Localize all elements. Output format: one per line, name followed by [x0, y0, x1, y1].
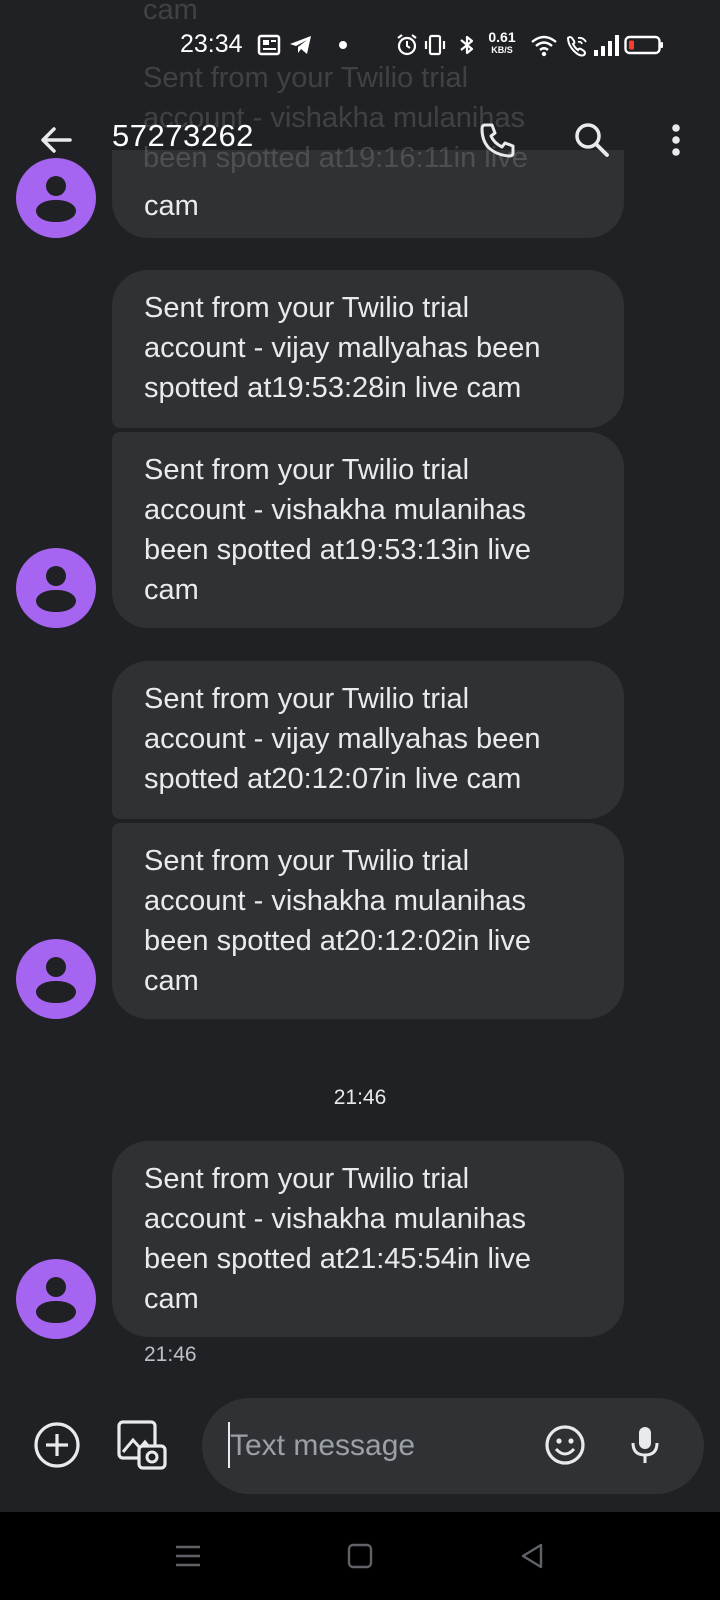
- menu-icon[interactable]: [170, 1538, 206, 1574]
- alarm-icon: [397, 34, 417, 56]
- system-nav-bar: [0, 1512, 720, 1600]
- message-input-container: [202, 1398, 704, 1494]
- message-line: account - vijay mallyahas been: [144, 723, 541, 755]
- message-line: been spotted at20:12:02in live: [144, 925, 531, 957]
- net-speed-unit: KB/S: [491, 45, 513, 55]
- phone-icon[interactable]: [474, 116, 522, 164]
- back-triangle-icon[interactable]: [514, 1538, 550, 1574]
- mic-icon[interactable]: [622, 1422, 668, 1468]
- message-bubble[interactable]: Sent from your Twilio trial account - vi…: [112, 823, 624, 1019]
- avatar[interactable]: [16, 939, 96, 1019]
- message-line: Sent from your Twilio trial: [144, 292, 470, 324]
- compose-bar: [0, 1398, 720, 1494]
- status-time: 23:34: [180, 30, 243, 58]
- message-line: account - vishakha mulanihas: [144, 1203, 527, 1235]
- search-icon[interactable]: [568, 116, 616, 164]
- message-line: Sent from your Twilio trial: [144, 683, 470, 715]
- signal-icon: [594, 35, 619, 56]
- avatar[interactable]: [16, 548, 96, 628]
- message-line: been spotted at21:45:54in live: [144, 1243, 531, 1275]
- message-bubble[interactable]: Sent from your Twilio trial account - vi…: [112, 432, 624, 628]
- message-line: Sent from your Twilio trial: [144, 845, 470, 877]
- ghost-line: Sent from your Twilio trial: [143, 62, 469, 94]
- message-bubble[interactable]: Sent from your Twilio trial account - vi…: [112, 270, 624, 428]
- message-timestamp: 21:46: [144, 1343, 197, 1366]
- battery-low-icon: [624, 35, 663, 55]
- message-line: Sent from your Twilio trial: [144, 454, 470, 486]
- message-line: account - vishakha mulanihas: [144, 494, 527, 526]
- message-line: cam: [144, 1283, 199, 1315]
- more-vert-icon[interactable]: [652, 116, 700, 164]
- message-line: account - vishakha mulanihas: [144, 885, 527, 917]
- message-line: cam: [144, 190, 199, 222]
- home-square-icon[interactable]: [342, 1538, 378, 1574]
- ghost-line: cam: [143, 0, 198, 26]
- message-line: cam: [144, 965, 199, 997]
- vibrate-icon: [424, 34, 446, 56]
- bluetooth-icon: [460, 35, 474, 55]
- telegram-icon: [290, 36, 311, 54]
- message-line: account - vijay mallyahas been: [144, 332, 541, 364]
- emoji-icon[interactable]: [542, 1422, 588, 1468]
- message-bubble[interactable]: Sent from your Twilio trial account - vi…: [112, 1141, 624, 1337]
- app-bar: 57273262: [0, 100, 720, 180]
- message-bubble[interactable]: Sent from your Twilio trial account - vi…: [112, 661, 624, 819]
- net-speed-value: 0.61: [488, 29, 516, 45]
- message-line: Sent from your Twilio trial: [144, 1163, 470, 1195]
- net-speed: 0.61 KB/S: [486, 30, 518, 55]
- message-line: spotted at19:53:28in live cam: [144, 372, 522, 404]
- back-arrow-icon[interactable]: [32, 116, 80, 164]
- gallery-icon[interactable]: [115, 1418, 169, 1472]
- add-circle-icon[interactable]: [32, 1420, 82, 1470]
- message-line: cam: [144, 574, 199, 606]
- message-line: spotted at20:12:07in live cam: [144, 763, 522, 795]
- avatar[interactable]: [16, 1259, 96, 1339]
- dot-icon: [339, 41, 347, 49]
- wifi-icon: [531, 35, 557, 57]
- news-icon: [257, 34, 281, 56]
- wifi-calling-icon: [566, 36, 587, 57]
- conversation-title: 57273262: [112, 118, 254, 153]
- message-line: been spotted at19:53:13in live: [144, 534, 531, 566]
- message-input[interactable]: [230, 1418, 500, 1474]
- date-divider: 21:46: [333, 1086, 387, 1109]
